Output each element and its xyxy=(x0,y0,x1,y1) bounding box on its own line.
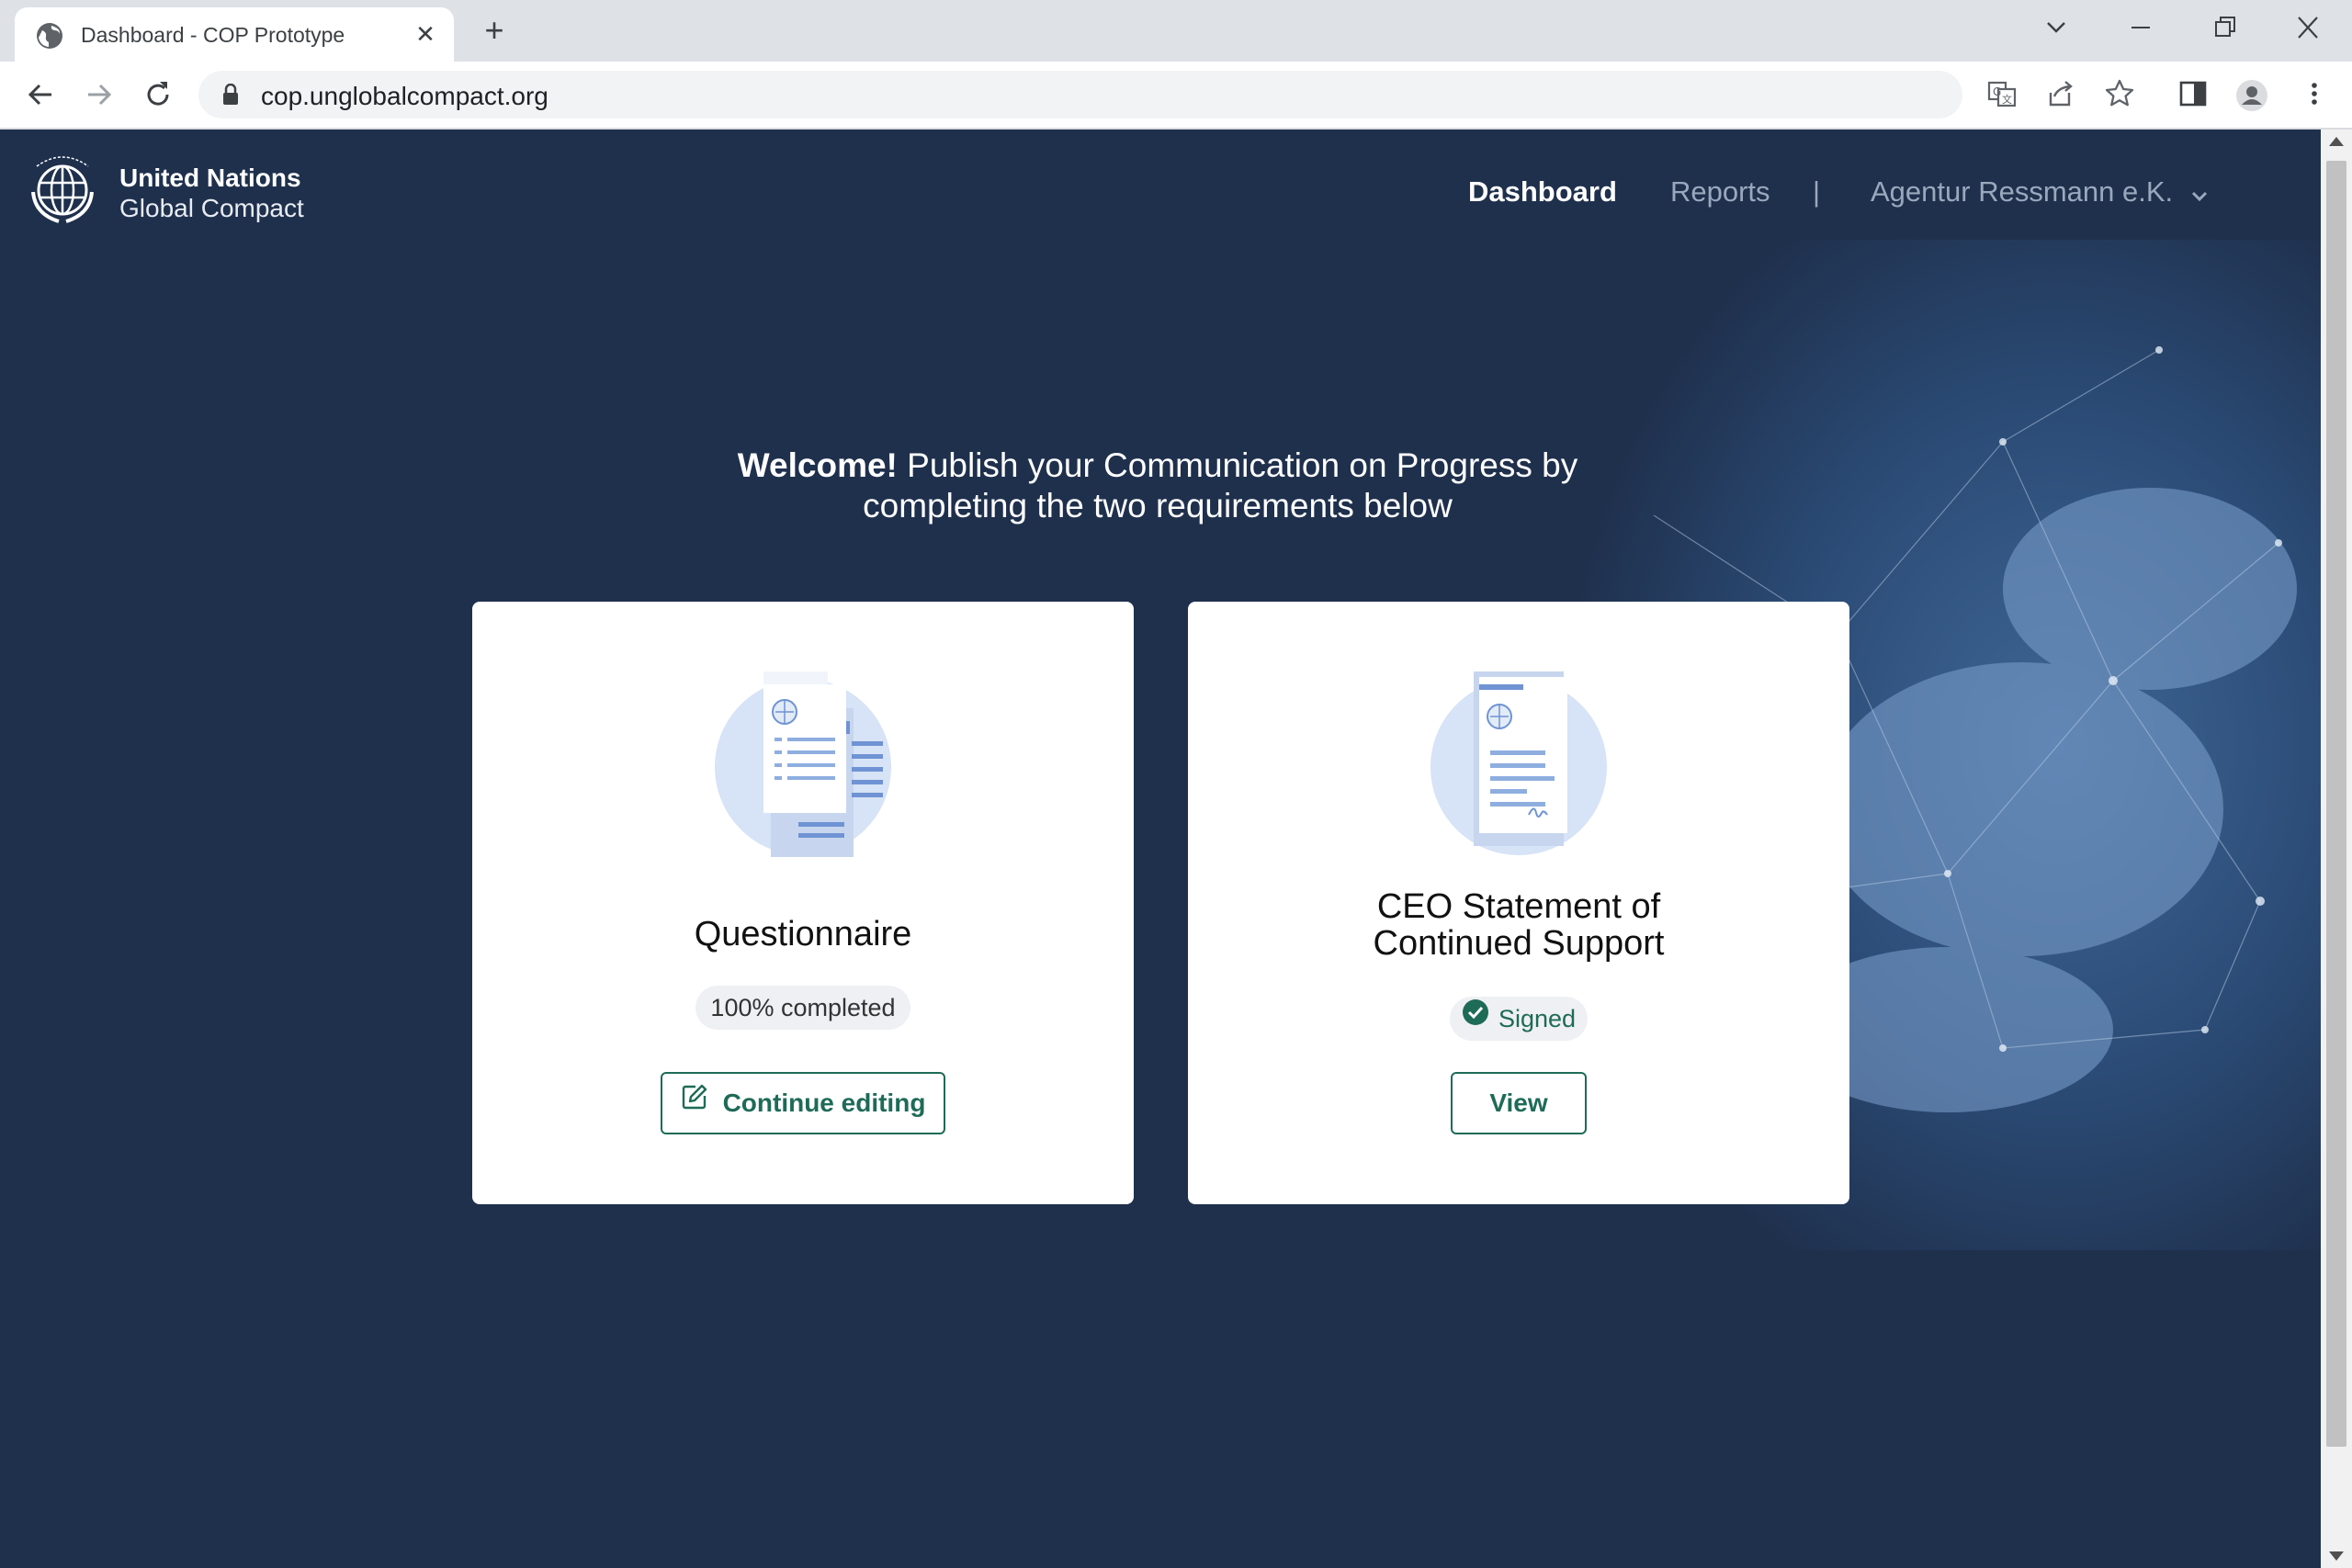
account-name: Agentur Ressmann e.K. xyxy=(1871,175,2174,208)
url-text: cop.unglobalcompact.org xyxy=(261,82,548,110)
dashboard-page: United Nations Global Compact Dashboard … xyxy=(0,130,2321,1568)
progress-badge: 100% completed xyxy=(695,986,910,1030)
welcome-message: Welcome! Publish your Communication on P… xyxy=(606,446,1709,526)
lock-icon xyxy=(222,83,239,110)
chevron-down-icon xyxy=(2190,177,2209,210)
page-scrollbar[interactable] xyxy=(2321,130,2352,1568)
svg-text:G: G xyxy=(1993,85,2001,98)
account-menu[interactable]: Agentur Ressmann e.K. xyxy=(1871,175,2209,210)
share-icon[interactable] xyxy=(2043,78,2078,113)
ceo-statement-document-icon xyxy=(1430,671,1607,855)
scroll-down-icon[interactable] xyxy=(2329,1551,2344,1561)
tab-title: Dashboard - COP Prototype xyxy=(81,23,345,47)
edit-icon xyxy=(681,1073,708,1132)
card-title-line1: CEO Statement of xyxy=(1376,887,1661,926)
ceo-statement-card: CEO Statement of Continued Support Signe… xyxy=(1188,602,1849,1204)
continue-editing-button[interactable]: Continue editing xyxy=(661,1072,945,1134)
address-bar[interactable]: cop.unglobalcompact.org xyxy=(198,71,1962,118)
nav-reports[interactable]: Reports xyxy=(1670,175,1770,209)
bookmark-star-icon[interactable] xyxy=(2102,78,2137,113)
reload-icon[interactable] xyxy=(140,76,176,113)
questionnaire-document-icon xyxy=(715,671,891,857)
profile-avatar-icon[interactable] xyxy=(2234,78,2269,113)
restore-icon[interactable] xyxy=(2199,9,2251,46)
new-tab-button[interactable]: + xyxy=(476,13,513,50)
logo-line2: Global Compact xyxy=(119,194,304,222)
nav-dashboard[interactable]: Dashboard xyxy=(1468,175,1617,209)
translate-icon[interactable]: G文 xyxy=(1984,78,2019,113)
welcome-line2: completing the two requirements below xyxy=(863,487,1453,525)
questionnaire-card: Questionnaire 100% completed Continue ed… xyxy=(472,602,1134,1204)
card-title: CEO Statement of Continued Support xyxy=(1225,888,1813,962)
card-title: Questionnaire xyxy=(694,915,912,953)
svg-text:文: 文 xyxy=(2002,93,2012,106)
card-title-line2: Continued Support xyxy=(1373,924,1665,963)
scroll-up-icon[interactable] xyxy=(2329,137,2344,146)
tab-search-icon[interactable] xyxy=(2030,9,2082,46)
minimize-icon[interactable] xyxy=(2115,9,2166,46)
signed-label: Signed xyxy=(1498,1005,1577,1032)
logo-line1: United Nations xyxy=(119,164,301,192)
close-window-icon[interactable] xyxy=(2282,9,2334,46)
browser-toolbar: cop.unglobalcompact.org G文 xyxy=(0,62,2352,130)
close-tab-icon[interactable]: ✕ xyxy=(410,18,441,50)
welcome-line1: Publish your Communication on Progress b… xyxy=(897,446,1578,484)
logo-wordmark: United Nations Global Compact xyxy=(119,163,304,223)
forward-icon[interactable] xyxy=(81,76,118,113)
continue-editing-label: Continue editing xyxy=(722,1089,926,1117)
globe-icon xyxy=(37,23,62,49)
un-global-compact-logo[interactable] xyxy=(20,146,112,238)
view-button[interactable]: View xyxy=(1451,1072,1587,1134)
welcome-bold: Welcome! xyxy=(737,446,898,484)
back-icon[interactable] xyxy=(22,76,59,113)
scrollbar-thumb[interactable] xyxy=(2326,161,2346,1447)
browser-tab[interactable]: Dashboard - COP Prototype ✕ xyxy=(15,7,454,62)
side-panel-icon[interactable] xyxy=(2176,78,2211,113)
signed-badge: Signed xyxy=(1450,997,1588,1041)
nav-separator: | xyxy=(1813,175,1821,208)
check-circle-icon xyxy=(1462,996,1489,1040)
menu-kebab-icon[interactable] xyxy=(2297,78,2332,113)
browser-tab-bar: Dashboard - COP Prototype ✕ + xyxy=(0,0,2352,62)
